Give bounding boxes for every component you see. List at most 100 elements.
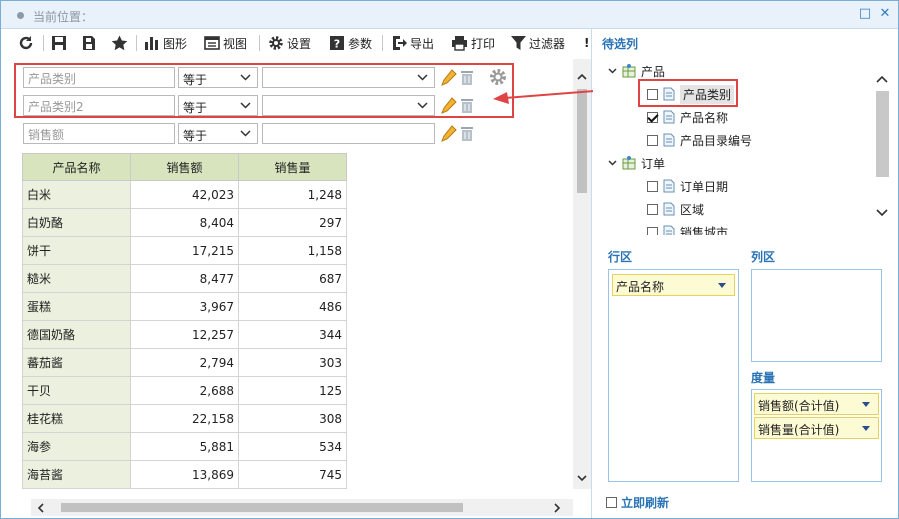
tree-field-item[interactable]: 产品名称 <box>647 107 728 127</box>
cell-qty: 1,248 <box>238 180 347 209</box>
cell-sales: 5,881 <box>130 432 239 461</box>
tree-scrollbar[interactable] <box>874 73 891 227</box>
measure-title: 度量 <box>751 371 776 385</box>
column-zone[interactable] <box>751 269 882 362</box>
table-row: 德国奶酪 12,257 344 <box>22 320 347 349</box>
dropdown-icon[interactable] <box>718 283 726 288</box>
tree-field-item[interactable]: 销售城市 <box>647 222 728 235</box>
field-checkbox[interactable] <box>647 226 658 235</box>
close-icon[interactable]: ✕ <box>877 6 893 22</box>
more-label: ! <box>584 36 590 50</box>
delete-icon[interactable] <box>460 125 474 142</box>
tree-group-product[interactable]: 产品 <box>608 61 665 81</box>
cell-product: 海苔酱 <box>22 460 131 489</box>
table-row: 蛋糕 3,967 486 <box>22 292 347 321</box>
scroll-up-icon[interactable] <box>876 75 888 83</box>
params-button[interactable]: ? 参数 <box>329 34 372 52</box>
question-icon: ? <box>330 36 344 51</box>
operator-select[interactable]: 等于 <box>178 123 258 144</box>
measure-chip[interactable]: 销售额(合计值) <box>754 393 879 415</box>
params-label: 参数 <box>348 36 373 51</box>
field-icon <box>663 133 675 147</box>
cell-qty: 308 <box>238 404 347 433</box>
filter-field-input[interactable]: 销售额 <box>23 123 175 144</box>
field-panel: 待选列 产品 产品类别 产品名称 产品目录编号 订单 订单日期 区域 销售城市 … <box>593 29 898 518</box>
scroll-left-icon[interactable] <box>37 503 44 513</box>
tree-group-order[interactable]: 订单 <box>608 153 665 173</box>
filter-value-input[interactable] <box>262 123 435 144</box>
scroll-up-icon[interactable] <box>577 73 587 80</box>
field-checkbox[interactable] <box>647 111 658 123</box>
more-button[interactable]: ! <box>584 34 589 52</box>
maximize-icon[interactable]: □ <box>857 6 873 22</box>
print-button[interactable]: 打印 <box>451 34 495 52</box>
cell-qty: 344 <box>238 320 347 349</box>
save-as-button[interactable] <box>81 34 97 52</box>
column-header[interactable]: 销售额 <box>130 153 239 181</box>
row-field-chip[interactable]: 产品名称 <box>612 274 735 296</box>
save-as-icon <box>83 36 95 50</box>
export-icon <box>393 36 407 50</box>
chevron-down-icon <box>240 130 251 137</box>
refresh-button[interactable] <box>18 34 34 52</box>
cell-product: 蛋糕 <box>22 292 131 321</box>
column-header[interactable]: 产品名称 <box>22 153 131 181</box>
tree-field-item[interactable]: 订单日期 <box>647 176 728 196</box>
measure-chip[interactable]: 销售量(合计值) <box>754 417 879 439</box>
cell-qty: 687 <box>238 264 347 293</box>
chart-button[interactable]: 图形 <box>144 34 187 52</box>
field-label: 销售城市 <box>680 225 729 236</box>
filter-label: 过滤器 <box>529 36 566 51</box>
data-table: 产品名称 销售额 销售量 白米 42,023 1,248 白奶酪 8,404 297 饼… <box>22 153 347 489</box>
horizontal-scrollbar[interactable] <box>31 499 573 516</box>
report-window: 当前位置： □ ✕ 图形 视图 设置 ? 参数 导出 打印 过滤器 ! 产品类别… <box>0 0 899 519</box>
cell-product: 海参 <box>22 432 131 461</box>
cell-sales: 3,967 <box>130 292 239 321</box>
view-button[interactable]: 视图 <box>204 34 247 52</box>
export-label: 导出 <box>410 36 435 51</box>
settings-button[interactable]: 设置 <box>268 34 311 52</box>
field-checkbox[interactable] <box>647 180 658 192</box>
column-zone-title: 列区 <box>751 250 776 264</box>
filter-button[interactable]: 过滤器 <box>511 34 565 52</box>
measure-zone[interactable]: 销售额(合计值) 销售量(合计值) <box>751 389 882 482</box>
expand-icon[interactable] <box>608 68 617 74</box>
chip-label: 销售额(合计值) <box>758 399 840 413</box>
location-dot-icon <box>17 12 24 19</box>
table-row: 糙米 8,477 687 <box>22 264 347 293</box>
auto-refresh-toggle[interactable]: 立即刷新 <box>606 494 669 511</box>
cell-product: 桂花糕 <box>22 404 131 433</box>
dropdown-icon[interactable] <box>862 402 870 407</box>
tree-field-item[interactable]: 产品目录编号 <box>647 130 752 150</box>
row-zone-title: 行区 <box>608 250 633 264</box>
scroll-down-icon[interactable] <box>577 475 587 482</box>
dropdown-icon[interactable] <box>862 426 870 431</box>
tree-field-item[interactable]: 区域 <box>647 199 704 219</box>
field-checkbox[interactable] <box>647 134 658 146</box>
vertical-scrollbar[interactable] <box>573 59 591 489</box>
cell-qty: 303 <box>238 348 347 377</box>
pending-columns-title: 待选列 <box>602 37 639 51</box>
column-header[interactable]: 销售量 <box>238 153 347 181</box>
refresh-icon <box>19 36 33 50</box>
expand-icon[interactable] <box>608 160 617 166</box>
save-button[interactable] <box>51 34 67 52</box>
table-row: 海苔酱 13,869 745 <box>22 460 347 489</box>
gear-icon <box>269 36 283 50</box>
cell-qty: 745 <box>238 460 347 489</box>
scroll-down-icon[interactable] <box>876 209 888 217</box>
field-label: 区域 <box>680 202 705 217</box>
field-checkbox[interactable] <box>647 203 658 215</box>
scroll-right-icon[interactable] <box>554 503 561 513</box>
cell-sales: 22,158 <box>130 404 239 433</box>
edit-icon[interactable] <box>441 125 457 142</box>
scroll-thumb[interactable] <box>61 503 463 512</box>
row-zone[interactable]: 产品名称 <box>608 269 739 482</box>
export-button[interactable]: 导出 <box>391 34 434 52</box>
chart-label: 图形 <box>163 36 188 51</box>
favorite-button[interactable] <box>111 34 128 52</box>
refresh-checkbox[interactable] <box>606 497 617 508</box>
table-row: 蕃茄酱 2,794 303 <box>22 348 347 377</box>
toolbar: 图形 视图 设置 ? 参数 导出 打印 过滤器 ! <box>1 29 591 57</box>
scroll-thumb[interactable] <box>876 91 889 177</box>
